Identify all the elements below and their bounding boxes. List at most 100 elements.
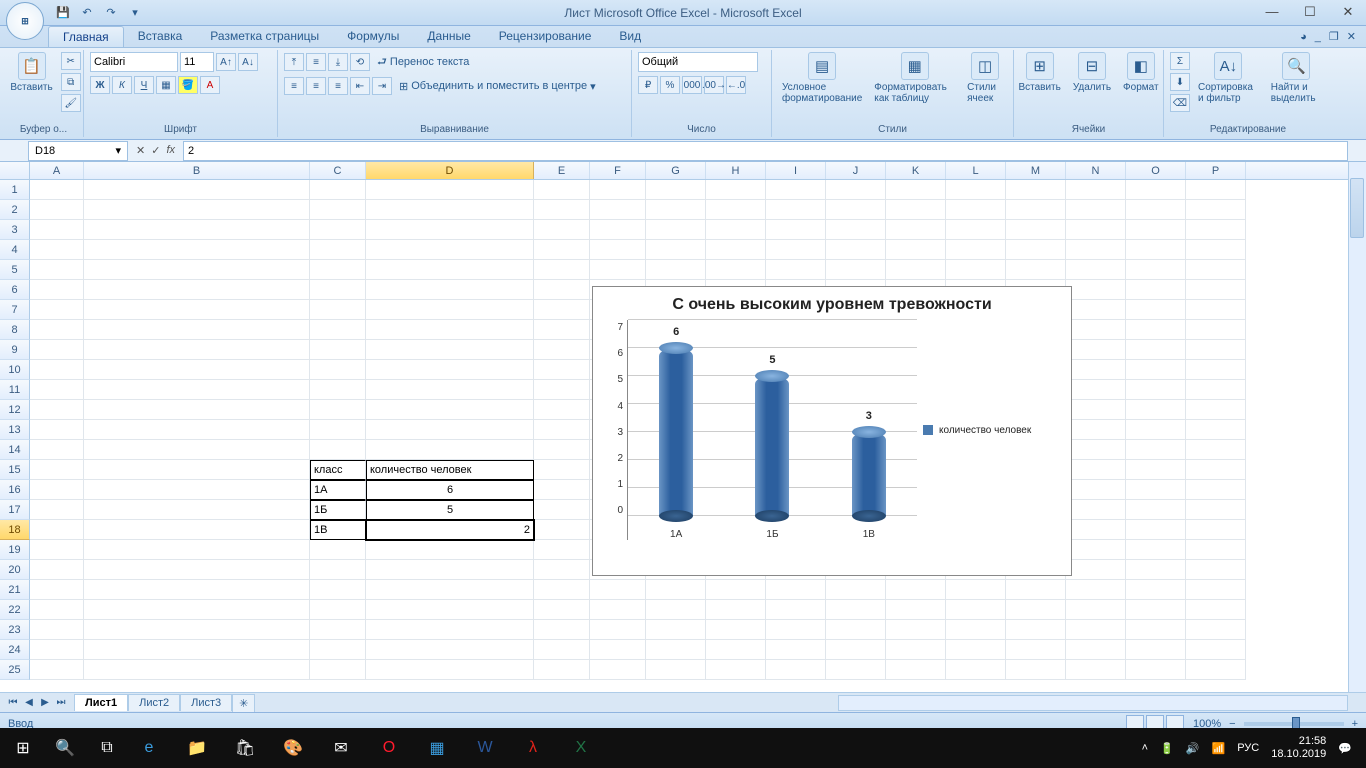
cell[interactable]: количество человек [366,460,534,480]
cell[interactable] [590,260,646,280]
cell[interactable] [826,600,886,620]
font-size-select[interactable] [180,52,214,72]
start-button[interactable]: ⊞ [6,728,40,768]
column-header[interactable]: J [826,162,886,179]
taskbar-excel-icon[interactable]: X [558,728,604,768]
cell[interactable] [1066,440,1126,460]
underline-icon[interactable]: Ч [134,76,154,94]
cell[interactable] [534,220,590,240]
undo-icon[interactable]: ↶ [78,4,96,22]
sheet-tab-3[interactable]: Лист3 [180,694,232,711]
cell[interactable] [366,300,534,320]
vertical-scrollbar[interactable] [1348,162,1366,692]
insert-sheet-button[interactable]: ✳ [232,694,255,712]
zoom-slider[interactable] [1244,722,1344,726]
cell[interactable] [30,300,84,320]
cell[interactable] [1006,180,1066,200]
cell[interactable] [534,200,590,220]
cell[interactable] [1186,220,1246,240]
cell[interactable] [366,540,534,560]
cell[interactable]: 2 [366,520,534,540]
cell[interactable] [366,200,534,220]
cell[interactable] [30,260,84,280]
cell[interactable] [366,400,534,420]
cell[interactable] [1186,380,1246,400]
cell[interactable] [590,240,646,260]
bold-icon[interactable]: Ж [90,76,110,94]
cell[interactable] [590,660,646,680]
cell[interactable] [590,220,646,240]
cell[interactable] [886,600,946,620]
column-header[interactable]: F [590,162,646,179]
cell[interactable] [706,200,766,220]
tray-language[interactable]: РУС [1237,742,1259,754]
sheet-tab-1[interactable]: Лист1 [74,694,128,711]
row-header[interactable]: 14 [0,440,30,460]
autosum-icon[interactable]: Σ [1170,52,1190,70]
cell[interactable] [1126,180,1186,200]
cell[interactable] [30,360,84,380]
cell[interactable] [1186,440,1246,460]
cell[interactable] [30,640,84,660]
cell[interactable] [366,440,534,460]
cell[interactable] [1186,240,1246,260]
taskbar-opera-icon[interactable]: O [366,728,412,768]
cell[interactable] [534,180,590,200]
cell[interactable] [30,380,84,400]
tray-notifications-icon[interactable]: 💬 [1338,742,1352,755]
restore-window-icon[interactable]: ❐ [1329,30,1339,43]
number-format-select[interactable] [638,52,758,72]
cell[interactable] [1066,200,1126,220]
cell[interactable] [590,200,646,220]
row-header[interactable]: 19 [0,540,30,560]
cell[interactable] [706,180,766,200]
cell[interactable] [706,580,766,600]
cell[interactable] [946,580,1006,600]
cell[interactable] [946,600,1006,620]
cell[interactable] [886,620,946,640]
cell[interactable] [766,620,826,640]
qat-customize-icon[interactable]: ▾ [126,4,144,22]
cell[interactable] [30,200,84,220]
align-middle-icon[interactable]: ≡ [306,53,326,71]
cell[interactable] [1066,360,1126,380]
row-header[interactable]: 18 [0,520,30,540]
cell[interactable] [310,240,366,260]
cell[interactable] [534,480,590,500]
cell[interactable] [706,600,766,620]
taskbar-app-icon[interactable]: ▦ [414,728,460,768]
format-as-table-button[interactable]: ▦Форматировать как таблицу [870,52,959,104]
cell[interactable] [1126,600,1186,620]
cell[interactable] [366,280,534,300]
cell[interactable] [1186,560,1246,580]
cell[interactable] [1126,560,1186,580]
row-header[interactable]: 8 [0,320,30,340]
column-header[interactable]: I [766,162,826,179]
column-header[interactable]: P [1186,162,1246,179]
clear-icon[interactable]: ⌫ [1170,94,1190,112]
tab-insert[interactable]: Вставка [124,26,197,47]
cell[interactable] [310,400,366,420]
tray-battery-icon[interactable]: 🔋 [1160,742,1174,755]
cell[interactable] [84,220,310,240]
cell[interactable] [366,360,534,380]
cell[interactable] [766,580,826,600]
italic-icon[interactable]: К [112,76,132,94]
cell[interactable] [646,600,706,620]
cell[interactable] [1186,460,1246,480]
column-header[interactable]: H [706,162,766,179]
cell[interactable] [366,180,534,200]
cell[interactable] [1006,640,1066,660]
sheet-nav-prev-icon[interactable]: ◀ [22,697,36,708]
cell[interactable] [30,580,84,600]
align-left-icon[interactable]: ≡ [284,77,304,95]
row-header[interactable]: 4 [0,240,30,260]
merge-center-button[interactable]: ⊞Объединить и поместить в центре▾ [394,76,601,96]
column-header[interactable]: E [534,162,590,179]
tab-home[interactable]: Главная [48,26,124,47]
cell[interactable] [1126,220,1186,240]
comma-icon[interactable]: 000 [682,76,702,94]
cell[interactable] [84,520,310,540]
cell[interactable] [1126,200,1186,220]
tab-view[interactable]: Вид [605,26,655,47]
